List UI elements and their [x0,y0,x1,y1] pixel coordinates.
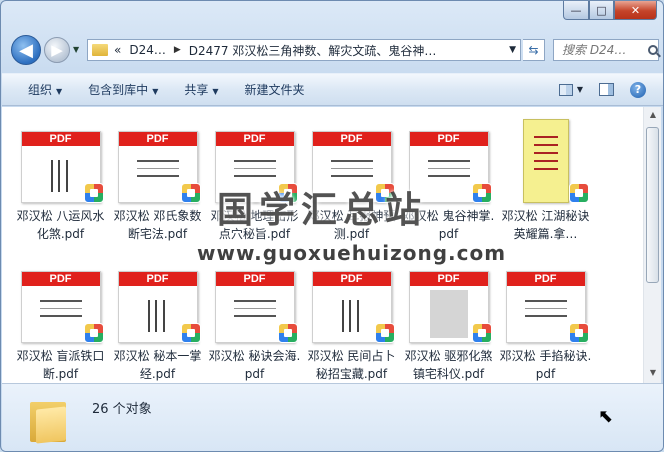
file-name: 邓汉松 秘诀会海.pdf [208,349,301,381]
file-name: 邓汉松 秘本一掌经.pdf [113,349,202,381]
explorer-window: — □ ✕ ◀ ▶ ▼ « D24… ▶ D2477 邓汉松三角神数、解灾文疏、… [0,0,664,452]
share-label: 共享 [184,83,209,97]
file-name: 邓汉松 邓氏象数断宅法.pdf [113,209,202,241]
pdf-thumbnail: PDF [117,259,201,343]
pdf-app-icon [568,183,589,203]
file-item[interactable]: PDF 邓汉松 民间占卜秘招宝藏.pdf [303,259,400,399]
scrollbar-thumb[interactable] [646,127,659,283]
search-box[interactable] [553,39,659,61]
address-bar[interactable]: « D24… ▶ D2477 邓汉松三角神数、解灾文疏、鬼谷神… ▼ [87,39,521,61]
watermark-text: 国学汇总站 [217,190,428,231]
close-button[interactable]: ✕ [614,1,657,20]
file-name: 邓汉松 驱邪化煞镇宅科仪.pdf [404,349,493,381]
pdf-label: PDF [21,272,100,286]
organize-label: 组织 [28,83,53,97]
chevron-down-icon: ▼ [56,87,63,96]
file-name: 邓汉松 民间占卜秘招宝藏.pdf [307,349,396,381]
file-name: 邓汉松 手掐秘诀.pdf [499,349,592,381]
pdf-label: PDF [21,132,100,146]
pdf-app-icon [471,323,492,343]
forward-button[interactable]: ▶ [44,37,70,63]
chevron-down-icon[interactable]: ▼ [509,45,516,55]
pdf-app-icon [180,183,201,203]
file-item[interactable]: PDF 邓汉松 驱邪化煞镇宅科仪.pdf [400,259,497,399]
file-item[interactable]: PDF 邓汉松 秘本一掌经.pdf [109,259,206,399]
file-item[interactable]: 邓汉松 江湖秘诀 英耀篇.拿… [497,119,594,259]
scroll-down-icon[interactable]: ▼ [647,368,659,380]
breadcrumb-overflow[interactable]: « [114,43,121,57]
pdf-thumbnail: PDF [214,259,298,343]
file-name: 邓汉松 盲派铁口断.pdf [16,349,105,381]
command-toolbar: 组织 ▼ 包含到库中 ▼ 共享 ▼ 新建文件夹 ▼ ? [2,73,663,106]
chevron-down-icon: ▼ [152,87,159,96]
file-item[interactable]: PDF 邓汉松 邓氏象数断宅法.pdf [109,119,206,259]
preview-pane-icon[interactable] [599,83,614,96]
file-name: 邓汉松 八运风水化煞.pdf [16,209,105,241]
document-preview [522,119,569,203]
back-button[interactable]: ◀ [11,35,41,65]
organize-menu[interactable]: 组织 ▼ [28,81,62,98]
folder-icon [92,44,108,56]
pdf-thumbnail: PDF [20,259,104,343]
vertical-scrollbar[interactable]: ▲ ▼ [643,107,661,383]
change-view-icon[interactable] [558,83,573,96]
pdf-thumbnail: PDF [505,259,589,343]
navigation-bar: ◀ ▶ ▼ « D24… ▶ D2477 邓汉松三角神数、解灾文疏、鬼谷神… ▼… [7,33,659,67]
watermark-url: www.guoxuehuizong.com [197,241,507,265]
minimize-button[interactable]: — [563,1,589,20]
pdf-label: PDF [118,272,197,286]
pdf-label: PDF [312,272,391,286]
pdf-app-icon [83,183,104,203]
file-name: 邓汉松 江湖秘诀 英耀篇.拿… [501,209,590,241]
pdf-app-icon [83,323,104,343]
pdf-app-icon [277,323,298,343]
pdf-app-icon [471,183,492,203]
help-icon[interactable]: ? [630,81,646,98]
view-controls: ▼ ? [558,81,646,98]
refresh-button[interactable]: ⇆ [523,39,545,61]
include-library-menu[interactable]: 包含到库中 ▼ [88,81,158,98]
include-library-label: 包含到库中 [88,83,149,97]
pdf-label: PDF [215,272,294,286]
scroll-up-icon[interactable]: ▲ [647,110,659,122]
file-item[interactable]: PDF 邓汉松 盲派铁口断.pdf [12,259,109,399]
new-folder-button[interactable]: 新建文件夹 [245,81,305,98]
pdf-thumbnail: PDF [117,119,201,203]
folder-icon [30,396,68,444]
pdf-label: PDF [118,132,197,146]
pdf-label: PDF [215,132,294,146]
mouse-cursor-icon: ⬉ [598,406,614,427]
breadcrumb-item-parent[interactable]: D24… [129,43,166,57]
search-input[interactable] [562,43,646,57]
pdf-label: PDF [409,272,488,286]
pdf-app-icon [568,323,589,343]
pdf-thumbnail: PDF [311,259,395,343]
pdf-app-icon [180,323,201,343]
breadcrumb-item-current[interactable]: D2477 邓汉松三角神数、解灾文疏、鬼谷神… [189,42,437,59]
search-icon[interactable] [648,45,658,55]
pdf-app-icon [374,323,395,343]
chevron-down-icon[interactable]: ▼ [577,85,583,94]
share-menu[interactable]: 共享 ▼ [184,81,218,98]
chevron-right-icon[interactable]: ▶ [174,45,181,55]
file-item[interactable]: PDF 邓汉松 八运风水化煞.pdf [12,119,109,259]
maximize-button[interactable]: □ [589,1,614,20]
file-item[interactable]: PDF 邓汉松 手掐秘诀.pdf [497,259,594,399]
recent-pages-dropdown[interactable]: ▼ [73,45,79,54]
pdf-label: PDF [409,132,488,146]
item-count: 26 个对象 [92,402,152,417]
pdf-thumbnail: PDF [20,119,104,203]
pdf-thumbnail: PDF [408,259,492,343]
pdf-label: PDF [506,272,585,286]
pdf-thumbnail [505,119,589,203]
pdf-label: PDF [312,132,391,146]
chevron-down-icon: ▼ [212,87,219,96]
caption-buttons: — □ ✕ [563,1,657,20]
file-item[interactable]: PDF 邓汉松 秘诀会海.pdf [206,259,303,399]
details-pane: 26 个对象 ⬉ [2,383,663,451]
